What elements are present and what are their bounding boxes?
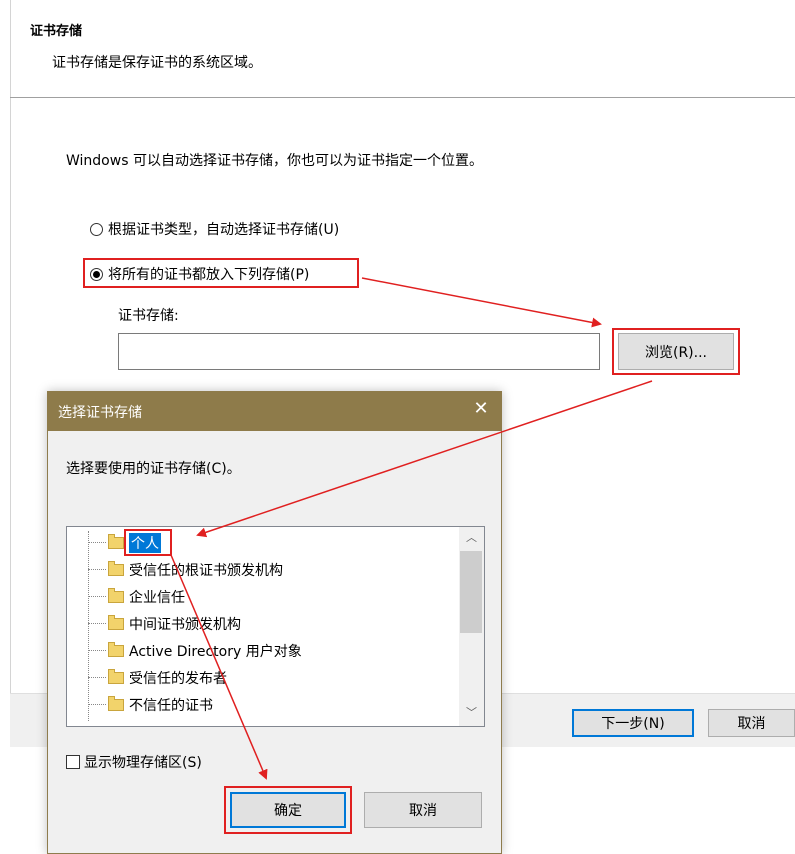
tree-dots	[88, 677, 106, 678]
dialog-title: 选择证书存储	[58, 405, 142, 421]
store-item-active-directory[interactable]: Active Directory 用户对象	[88, 637, 302, 664]
store-item-personal[interactable]: 个人	[88, 529, 302, 556]
radio-place-all-label: 将所有的证书都放入下列存储(P)	[108, 267, 310, 283]
folder-icon	[108, 668, 124, 684]
ok-button[interactable]: 确定	[230, 792, 346, 828]
tree-dots	[88, 596, 106, 597]
checkbox-icon[interactable]	[66, 755, 80, 769]
folder-icon	[108, 533, 124, 549]
chevron-up-icon[interactable]: ︿	[459, 529, 484, 547]
dialog-prompt: 选择要使用的证书存储(C)。	[66, 461, 241, 477]
dialog-cancel-button[interactable]: 取消	[364, 792, 482, 828]
radio-place-all[interactable]: 将所有的证书都放入下列存储(P)	[90, 264, 309, 284]
next-button[interactable]: 下一步(N)	[572, 709, 694, 737]
folder-icon	[108, 587, 124, 603]
show-physical-stores[interactable]: 显示物理存储区(S)	[66, 752, 202, 772]
tree-dots	[88, 623, 106, 624]
store-label: 受信任的发布者	[129, 670, 227, 687]
tree-dots	[88, 650, 106, 651]
page-title: 证书存储	[30, 24, 83, 39]
store-item-trusted-publishers[interactable]: 受信任的发布者	[88, 664, 302, 691]
radio-auto-select[interactable]: 根据证书类型，自动选择证书存储(U)	[90, 219, 339, 239]
annotation-highlight-selected	[124, 529, 172, 556]
tree-dots	[88, 569, 106, 570]
store-item-trusted-root[interactable]: 受信任的根证书颁发机构	[88, 556, 302, 583]
store-label: 中间证书颁发机构	[129, 616, 241, 633]
folder-icon	[108, 695, 124, 711]
radio-place-all-icon[interactable]	[90, 267, 103, 281]
store-label: 企业信任	[129, 589, 185, 606]
header-divider	[10, 97, 795, 98]
store-label: 受信任的根证书颁发机构	[129, 562, 283, 579]
chevron-down-icon[interactable]: ﹀	[459, 704, 484, 722]
close-icon[interactable]: ✕	[472, 400, 490, 418]
store-item-untrusted[interactable]: 不信任的证书	[88, 691, 302, 718]
page-description: 证书存储是保存证书的系统区域。	[52, 55, 262, 71]
scroll-thumb[interactable]	[460, 551, 482, 633]
folder-icon	[108, 560, 124, 576]
browse-button[interactable]: 浏览(R)...	[618, 333, 734, 370]
arrow-radio-to-browse	[361, 277, 602, 328]
certificate-store-label: 证书存储:	[118, 308, 179, 324]
intro-text: Windows 可以自动选择证书存储，你也可以为证书指定一个位置。	[66, 153, 483, 169]
tree-dots	[88, 704, 106, 705]
folder-icon	[108, 641, 124, 657]
radio-auto-label: 根据证书类型，自动选择证书存储(U)	[108, 222, 340, 238]
wizard-left-border	[10, 0, 11, 746]
certificate-store-field[interactable]	[118, 333, 600, 370]
wizard-cancel-button[interactable]: 取消	[708, 709, 795, 737]
radio-auto-icon[interactable]	[90, 222, 103, 236]
store-list: 个人 受信任的根证书颁发机构 企业信任 中间证书颁发机构 Active Dire…	[88, 529, 302, 718]
store-item-intermediate-ca[interactable]: 中间证书颁发机构	[88, 610, 302, 637]
folder-icon	[108, 614, 124, 630]
store-label: Active Directory 用户对象	[129, 643, 302, 660]
store-label: 不信任的证书	[129, 697, 213, 714]
store-item-enterprise-trust[interactable]: 企业信任	[88, 583, 302, 610]
show-physical-label: 显示物理存储区(S)	[84, 755, 202, 771]
tree-dots	[88, 542, 106, 543]
